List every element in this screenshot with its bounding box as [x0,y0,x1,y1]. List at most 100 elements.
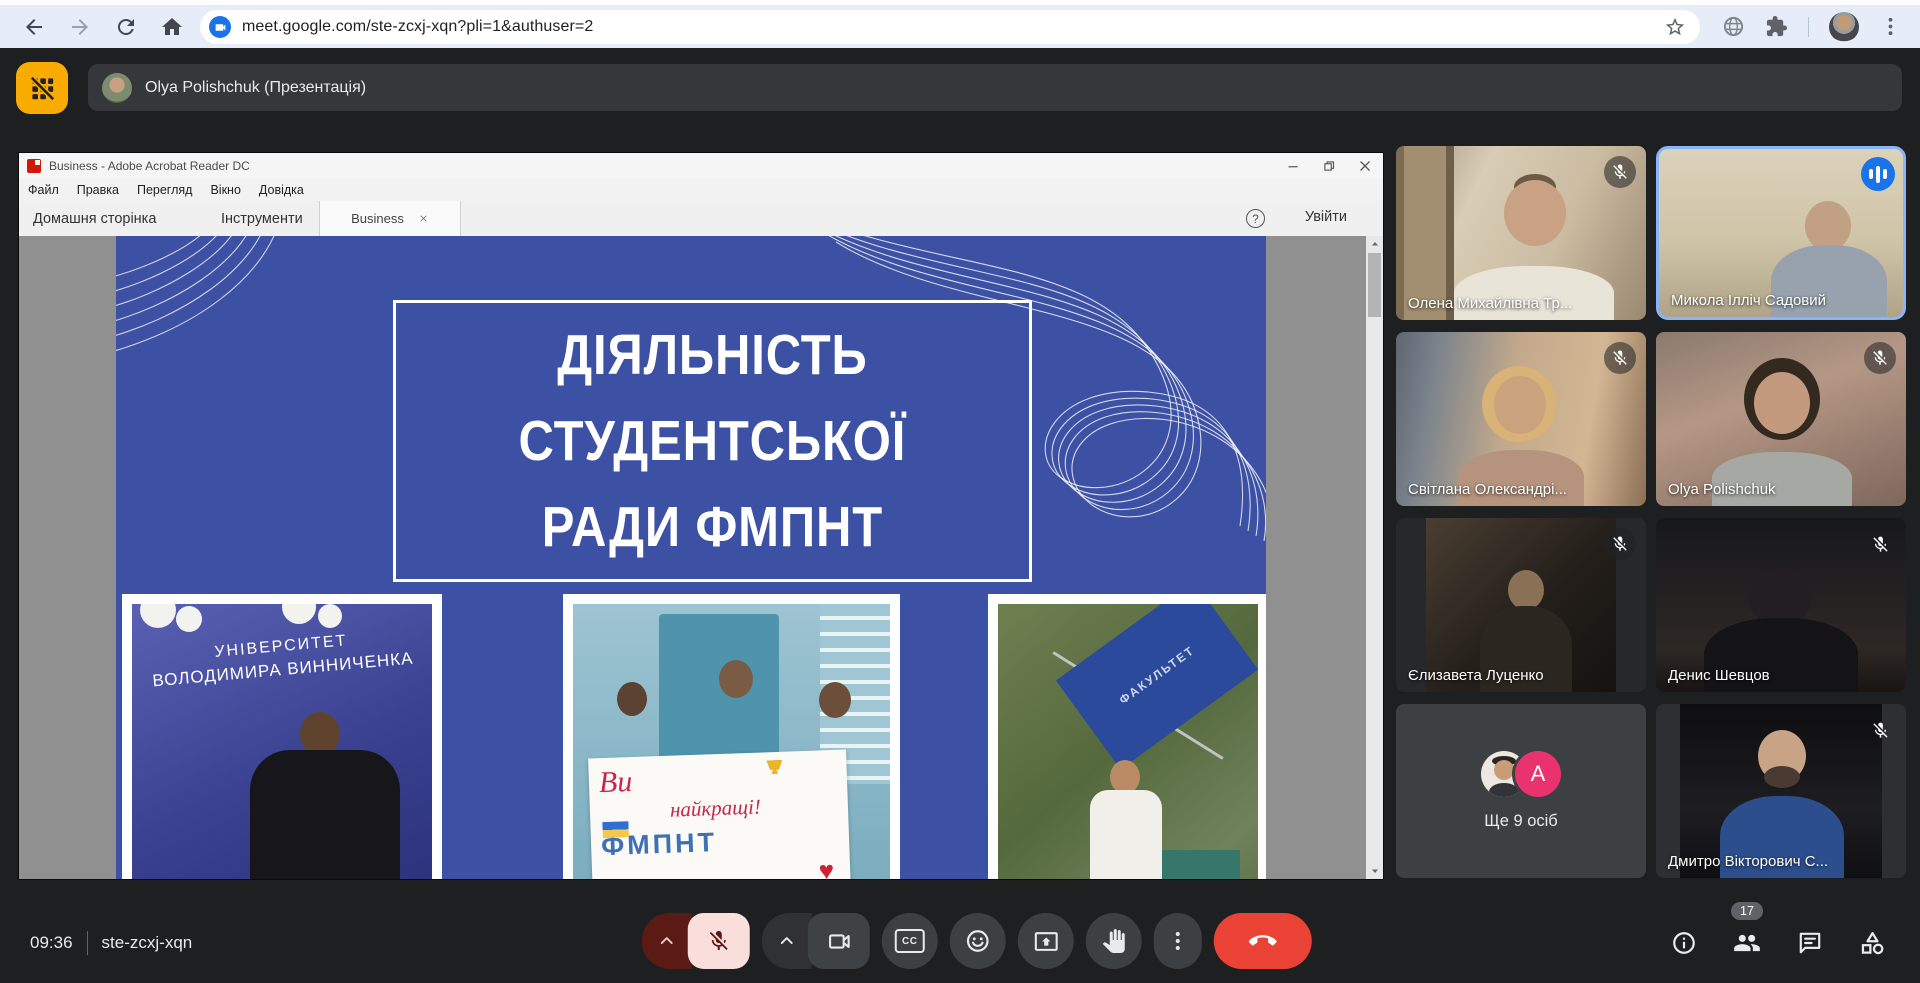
camera-options-chevron-icon[interactable] [762,913,812,969]
participant-video [1426,518,1616,692]
call-end-icon [1249,927,1277,955]
mic-muted-icon [1864,528,1896,560]
participant-tile[interactable]: Денис Шевцов [1656,518,1906,692]
reactions-button[interactable] [950,913,1006,969]
mic-muted-icon [1604,156,1636,188]
participant-name: Денис Шевцов [1668,667,1770,684]
acrobat-titlebar: Business - Adobe Acrobat Reader DC [19,153,1383,179]
present-icon [1033,929,1058,954]
bookmark-star-icon[interactable] [1664,16,1686,38]
acrobat-tabbar: Домашня сторінка Інструменти Business ? … [19,201,1383,237]
mic-options-chevron-icon[interactable] [642,913,692,969]
menu-help[interactable]: Довідка [250,183,313,197]
sign-in-button[interactable]: Увійти [1305,209,1347,225]
menu-edit[interactable]: Правка [68,183,128,197]
scroll-down-icon[interactable] [1366,863,1383,879]
restore-icon[interactable] [1311,153,1347,179]
mic-muted-icon [1604,528,1636,560]
avatar-stack: A [1481,751,1561,797]
call-controls: CC [642,913,1312,969]
slide-title-line-3: РАДИ ФМПНТ [542,484,883,570]
trophy-decoration [766,760,782,775]
meta-divider [87,931,88,955]
layout-grid-off-button[interactable] [16,62,68,114]
tab-close-icon[interactable] [418,213,429,224]
smiley-icon [965,928,991,954]
back-icon[interactable] [22,15,46,39]
home-icon[interactable] [160,15,184,39]
shared-screen-acrobat-window: Business - Adobe Acrobat Reader DC Файл … [18,152,1384,880]
participant-name: Olya Polishchuk [1668,481,1776,498]
google-meet-window: meet.google.com/ste-zcxj-xqn?pli=1&authu… [0,0,1920,983]
participant-tile[interactable]: Єлизавета Луценко [1396,518,1646,692]
presentation-banner[interactable]: Olya Polishchuk (Презентація) [88,64,1902,111]
balloon-decoration [140,604,176,628]
captions-button[interactable]: CC [882,913,938,969]
tab-home[interactable]: Домашня сторінка [33,201,156,236]
people-panel-button[interactable]: 17 [1733,929,1761,957]
scroll-up-icon[interactable] [1366,236,1383,252]
ukraine-flag-decoration [602,821,629,838]
participant-tile-speaking[interactable]: Микола Ілліч Садовий [1656,146,1906,320]
extensions-icon[interactable] [1765,15,1788,38]
camera-control [762,913,870,969]
photo-banner-caption: УНІВЕРСИТЕТ ВОЛОДИМИРА ВИННИЧЕНКА [132,625,432,693]
pdf-scrollbar[interactable] [1366,236,1383,879]
mic-muted-icon [1604,342,1636,374]
participant-tile[interactable]: Олена Михайлівна Тр... [1396,146,1646,320]
grid-off-icon [29,75,56,102]
activities-icon[interactable] [1859,930,1886,957]
menu-file[interactable]: Файл [19,183,68,197]
tab-document-business[interactable]: Business [319,201,461,236]
menu-window[interactable]: Вікно [201,183,249,197]
mic-muted-icon [1864,714,1896,746]
menu-view[interactable]: Перегляд [128,183,201,197]
url-text[interactable]: meet.google.com/ste-zcxj-xqn?pli=1&authu… [242,18,1664,36]
poster: Ви найкращі! ФМПНТ ♥ [588,750,852,879]
camera-icon [826,929,851,954]
participant-video [1805,201,1851,251]
info-icon[interactable] [1671,930,1697,956]
forward-icon[interactable] [68,15,92,39]
browser-profile-avatar[interactable] [1829,12,1859,42]
scrollbar-thumb[interactable] [1368,253,1381,317]
more-options-button[interactable] [1154,913,1202,969]
more-vert-icon [1166,929,1190,953]
slide-photo-poster: Ви найкращі! ФМПНТ ♥ [563,594,900,879]
browser-menu-icon[interactable] [1879,15,1902,38]
raise-hand-button[interactable] [1086,913,1142,969]
tab-tools[interactable]: Інструменти [221,201,303,236]
participant-count-badge: 17 [1731,902,1763,920]
participant-name: Єлизавета Луценко [1408,667,1544,684]
mic-mute-button[interactable] [688,913,750,969]
camera-button[interactable] [808,913,870,969]
toolbar-divider [1808,17,1809,37]
faculty-flag: ФАКУЛЬТЕТ [1056,604,1258,769]
hand-icon [1102,929,1126,953]
present-button[interactable] [1018,913,1074,969]
reload-icon[interactable] [114,15,138,39]
pdf-app-icon [27,159,41,173]
address-bar[interactable]: meet.google.com/ste-zcxj-xqn?pli=1&authu… [200,10,1700,44]
acrobat-menubar: Файл Правка Перегляд Вікно Довідка [19,179,1383,201]
globe-icon[interactable] [1722,15,1745,38]
participant-tile[interactable]: Дмитро Вікторович С... [1656,704,1906,878]
more-participants-tile[interactable]: A Ще 9 осіб [1396,704,1646,878]
cc-icon: CC [895,929,925,953]
close-icon[interactable] [1347,153,1383,179]
end-call-button[interactable] [1214,913,1312,969]
chat-icon[interactable] [1797,930,1823,956]
help-icon[interactable]: ? [1246,209,1265,228]
mic-off-icon [707,929,731,953]
people-icon [1733,929,1761,957]
browser-toolbar: meet.google.com/ste-zcxj-xqn?pli=1&authu… [0,5,1920,48]
slide-title-line-2: СТУДЕНТСЬКОЇ [519,398,907,484]
minimize-icon[interactable] [1275,153,1311,179]
participant-tile[interactable]: Olya Polishchuk [1656,332,1906,506]
participant-name: Олена Михайлівна Тр... [1408,295,1572,312]
slide-photo-flag: ФАКУЛЬТЕТ [988,594,1266,879]
meeting-meta: 09:36 ste-zcxj-xqn [30,931,192,955]
participant-name: Дмитро Вікторович С... [1668,853,1828,870]
participant-tile[interactable]: Світлана Олександрі... [1396,332,1646,506]
speaking-indicator-icon [1861,157,1895,191]
